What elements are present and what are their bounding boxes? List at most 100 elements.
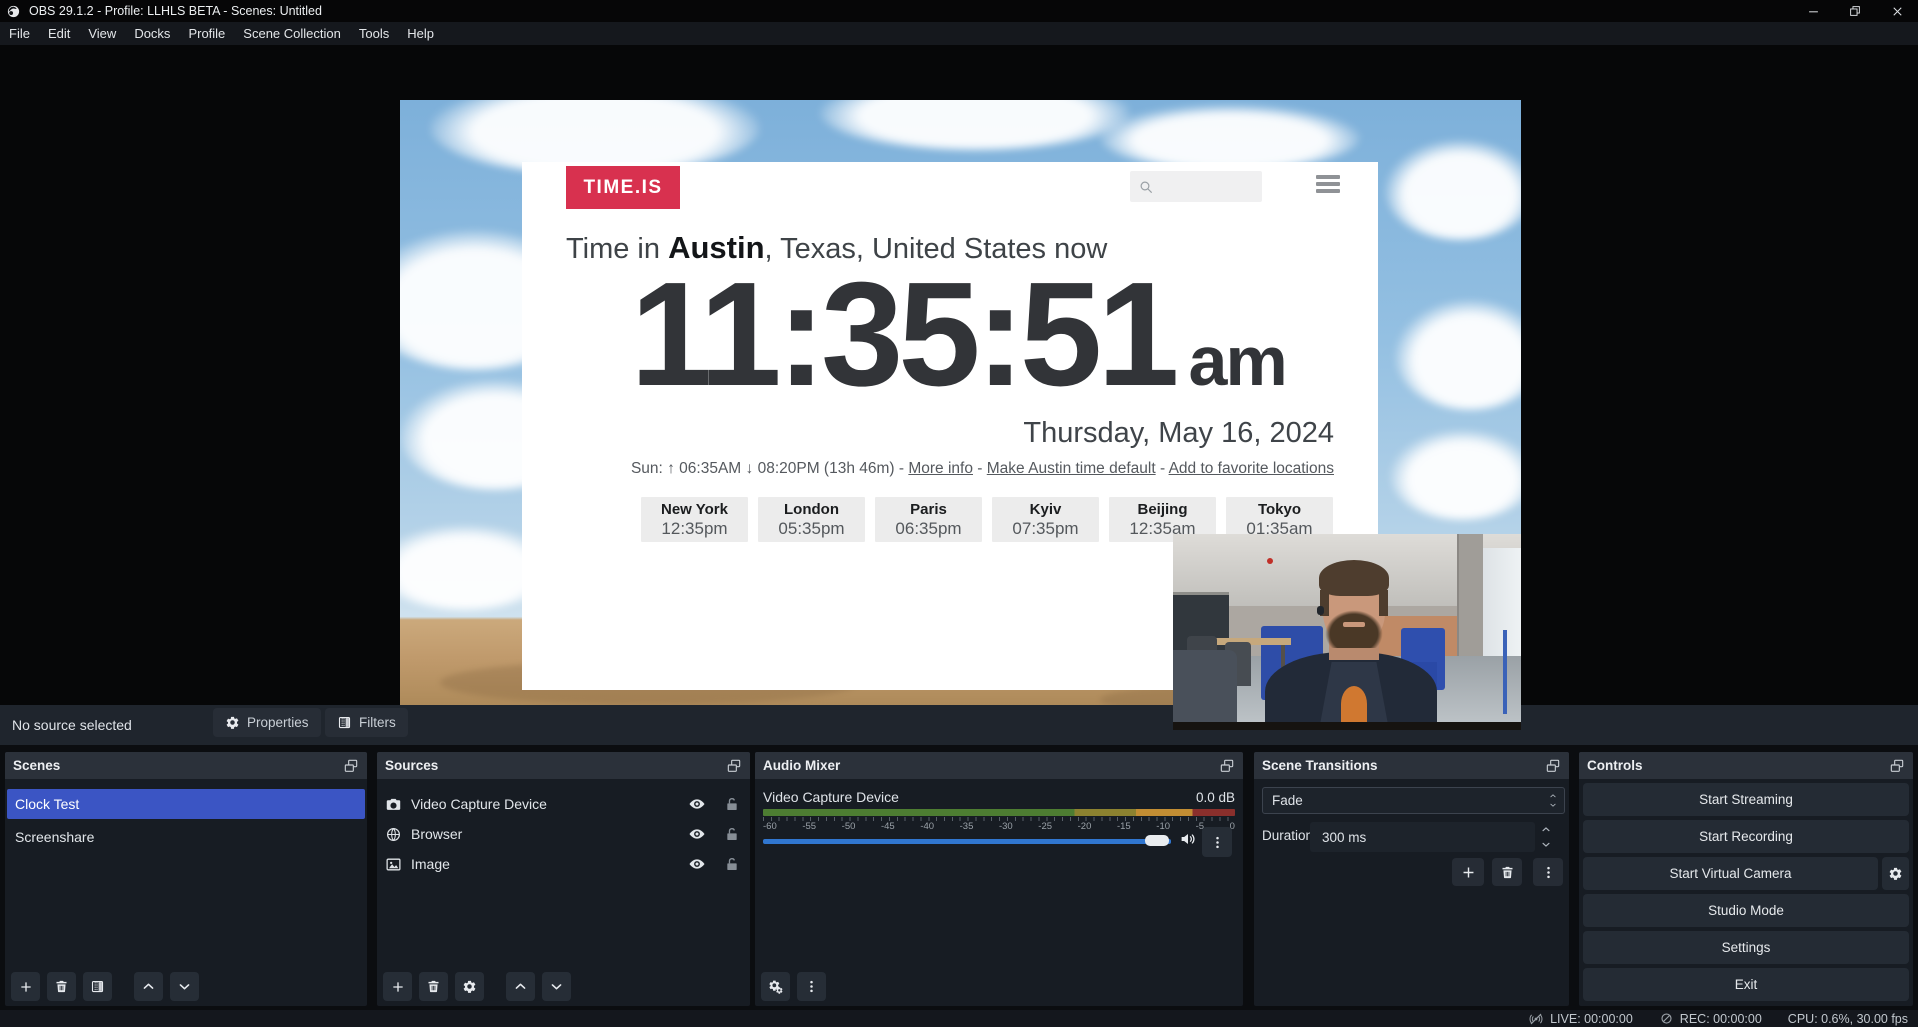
close-button[interactable] xyxy=(1876,0,1918,22)
controls-panel: Controls Start Streaming Start Recording… xyxy=(1579,752,1913,1006)
title-bar: OBS 29.1.2 - Profile: LLHLS BETA - Scene… xyxy=(0,0,1918,22)
start-streaming-button[interactable]: Start Streaming xyxy=(1583,783,1909,816)
sun-info-line: Sun: ↑ 06:35AM ↓ 08:20PM (13h 46m) - Mor… xyxy=(631,460,1334,478)
filters-button[interactable]: Filters xyxy=(325,708,408,737)
plus-icon xyxy=(18,979,34,995)
menu-file[interactable]: File xyxy=(0,22,39,45)
source-properties-button[interactable] xyxy=(455,972,484,1001)
rec-icon xyxy=(1659,1011,1674,1026)
remove-scene-button[interactable] xyxy=(47,972,76,1001)
duration-spinner-arrows[interactable] xyxy=(1540,822,1552,852)
chevron-up-icon xyxy=(141,979,156,994)
restore-icon xyxy=(1848,4,1862,18)
menu-edit[interactable]: Edit xyxy=(39,22,79,45)
close-icon xyxy=(1890,4,1905,19)
hamburger-menu-icon xyxy=(1316,175,1340,193)
menu-scene-collection[interactable]: Scene Collection xyxy=(234,22,350,45)
search-icon xyxy=(1138,179,1154,195)
dots-icon xyxy=(1210,835,1225,850)
controls-body: Start Streaming Start Recording Start Vi… xyxy=(1579,779,1913,1006)
chevron-down-icon xyxy=(177,979,192,994)
add-scene-button[interactable] xyxy=(11,972,40,1001)
settings-button[interactable]: Settings xyxy=(1583,931,1909,964)
studio-mode-button[interactable]: Studio Mode xyxy=(1583,894,1909,927)
timeis-logo: TIME.IS xyxy=(566,166,680,209)
popout-icon[interactable] xyxy=(1889,758,1905,774)
plus-icon xyxy=(390,979,406,995)
menu-profile[interactable]: Profile xyxy=(179,22,234,45)
volume-slider[interactable] xyxy=(763,839,1171,844)
scenes-panel: Scenes Clock Test Screenshare xyxy=(5,752,367,1006)
scene-filters-button[interactable] xyxy=(83,972,112,1001)
more-info-link: More info xyxy=(908,460,973,477)
preview-canvas[interactable]: TIME.IS Time in Austin, Texas, United St… xyxy=(400,100,1521,734)
popout-icon[interactable] xyxy=(343,758,359,774)
menu-tools[interactable]: Tools xyxy=(350,22,398,45)
duration-input[interactable]: 300 ms xyxy=(1310,822,1535,852)
mixer-gears-icon xyxy=(768,979,784,995)
lock-icon[interactable] xyxy=(724,826,740,842)
eye-icon[interactable] xyxy=(688,825,706,843)
volume-slider-handle[interactable] xyxy=(1145,835,1169,846)
gear-icon xyxy=(1888,866,1903,881)
scene-item-clock-test[interactable]: Clock Test xyxy=(7,789,365,819)
dots-icon xyxy=(1541,865,1556,880)
menu-docks[interactable]: Docks xyxy=(125,22,179,45)
gear-icon xyxy=(462,979,477,994)
restore-button[interactable] xyxy=(1834,0,1876,22)
status-bar: LIVE: 00:00:00 REC: 00:00:00 CPU: 0.6%, … xyxy=(0,1010,1918,1027)
minimize-button[interactable] xyxy=(1792,0,1834,22)
eye-icon[interactable] xyxy=(688,795,706,813)
scenes-toolbar xyxy=(11,972,199,1001)
filter-icon xyxy=(337,715,352,730)
transition-properties-button[interactable] xyxy=(1533,858,1563,886)
scene-move-up-button[interactable] xyxy=(134,972,163,1001)
popout-icon[interactable] xyxy=(1219,758,1235,774)
remove-transition-button[interactable] xyxy=(1492,858,1522,886)
remove-source-button[interactable] xyxy=(419,972,448,1001)
sun-times: Sun: ↑ 06:35AM ↓ 08:20PM (13h 46m) xyxy=(631,460,895,477)
lock-icon[interactable] xyxy=(724,856,740,872)
minimize-icon xyxy=(1806,4,1821,19)
popout-icon[interactable] xyxy=(726,758,742,774)
city-card: New York12:35pm xyxy=(641,497,748,542)
add-transition-button[interactable] xyxy=(1452,858,1484,886)
city-card: Kyiv07:35pm xyxy=(992,497,1099,542)
lock-icon[interactable] xyxy=(724,796,740,812)
start-recording-button[interactable]: Start Recording xyxy=(1583,820,1909,853)
channel-menu-button[interactable] xyxy=(1202,827,1232,857)
eye-icon[interactable] xyxy=(688,855,706,873)
virtual-camera-config-button[interactable] xyxy=(1882,857,1909,890)
popout-icon[interactable] xyxy=(1545,758,1561,774)
webcam-video-source xyxy=(1173,534,1521,730)
speaker-icon[interactable] xyxy=(1179,830,1197,848)
transition-select[interactable]: Fade xyxy=(1262,787,1565,814)
scene-item-screenshare[interactable]: Screenshare xyxy=(7,822,365,852)
mixer-toolbar xyxy=(761,972,826,1001)
image-icon xyxy=(385,856,402,873)
exit-button[interactable]: Exit xyxy=(1583,968,1909,1001)
obs-logo-icon xyxy=(6,4,21,19)
trash-icon xyxy=(1500,865,1515,880)
menu-view[interactable]: View xyxy=(79,22,125,45)
properties-button[interactable]: Properties xyxy=(213,708,321,737)
mixer-menu-button[interactable] xyxy=(797,972,826,1001)
add-source-button[interactable] xyxy=(383,972,412,1001)
source-item-video-capture[interactable]: Video Capture Device xyxy=(377,789,750,819)
trash-icon xyxy=(54,979,69,994)
volume-meter xyxy=(763,809,1235,816)
scenes-list: Clock Test Screenshare xyxy=(5,779,367,1006)
menu-help[interactable]: Help xyxy=(398,22,443,45)
add-favorite-link: Add to favorite locations xyxy=(1169,460,1334,477)
source-move-down-button[interactable] xyxy=(542,972,571,1001)
source-move-up-button[interactable] xyxy=(506,972,535,1001)
source-item-image[interactable]: Image xyxy=(377,849,750,879)
start-virtual-camera-button[interactable]: Start Virtual Camera xyxy=(1583,857,1878,890)
advanced-audio-button[interactable] xyxy=(761,972,790,1001)
sources-panel: Sources Video Capture Device Browser Ima… xyxy=(377,752,750,1006)
gear-icon xyxy=(225,715,240,730)
scenes-panel-header: Scenes xyxy=(5,752,367,779)
transitions-body: Fade Duration 300 ms xyxy=(1254,779,1569,1006)
scene-move-down-button[interactable] xyxy=(170,972,199,1001)
source-item-browser[interactable]: Browser xyxy=(377,819,750,849)
